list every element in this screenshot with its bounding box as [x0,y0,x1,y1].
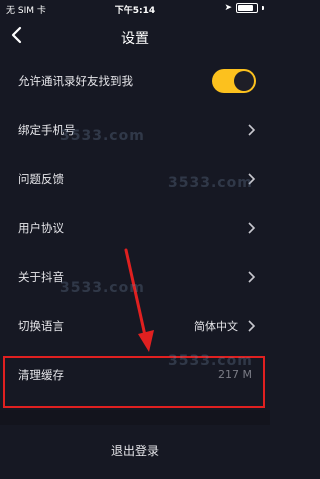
battery-tip-icon [262,6,264,10]
setting-allow-contacts-find-me[interactable]: 允许通讯录好友找到我 [0,56,270,105]
setting-label: 用户协议 [18,220,64,235]
section-divider [0,410,270,425]
language-value: 简体中文 [194,319,238,333]
toggle-knob [234,70,254,91]
chevron-right-icon [248,319,256,332]
chevron-right-icon [248,270,256,283]
chevron-right-icon [248,221,256,234]
logout-button[interactable]: 退出登录 [0,425,270,475]
watermark: 3533.com [168,353,253,369]
watermark: 3533.com [168,175,253,191]
status-icons: ➤ [224,3,264,13]
contacts-find-toggle[interactable] [212,68,256,93]
setting-label: 允许通讯录好友找到我 [18,73,133,88]
chevron-right-icon [248,123,256,136]
annotation-arrow-icon [124,248,154,352]
status-bar: 无 SIM 卡 下午5:14 ➤ [0,0,270,18]
setting-user-agreement[interactable]: 用户协议 [0,203,270,252]
watermark: 3533.com [60,280,145,296]
battery-icon [236,3,258,13]
location-icon: ➤ [224,3,232,13]
setting-label: 切换语言 [18,318,64,333]
page-title: 设置 [121,31,149,47]
nav-bar: 设置 [0,18,270,56]
watermark: 3533.com [60,128,145,144]
